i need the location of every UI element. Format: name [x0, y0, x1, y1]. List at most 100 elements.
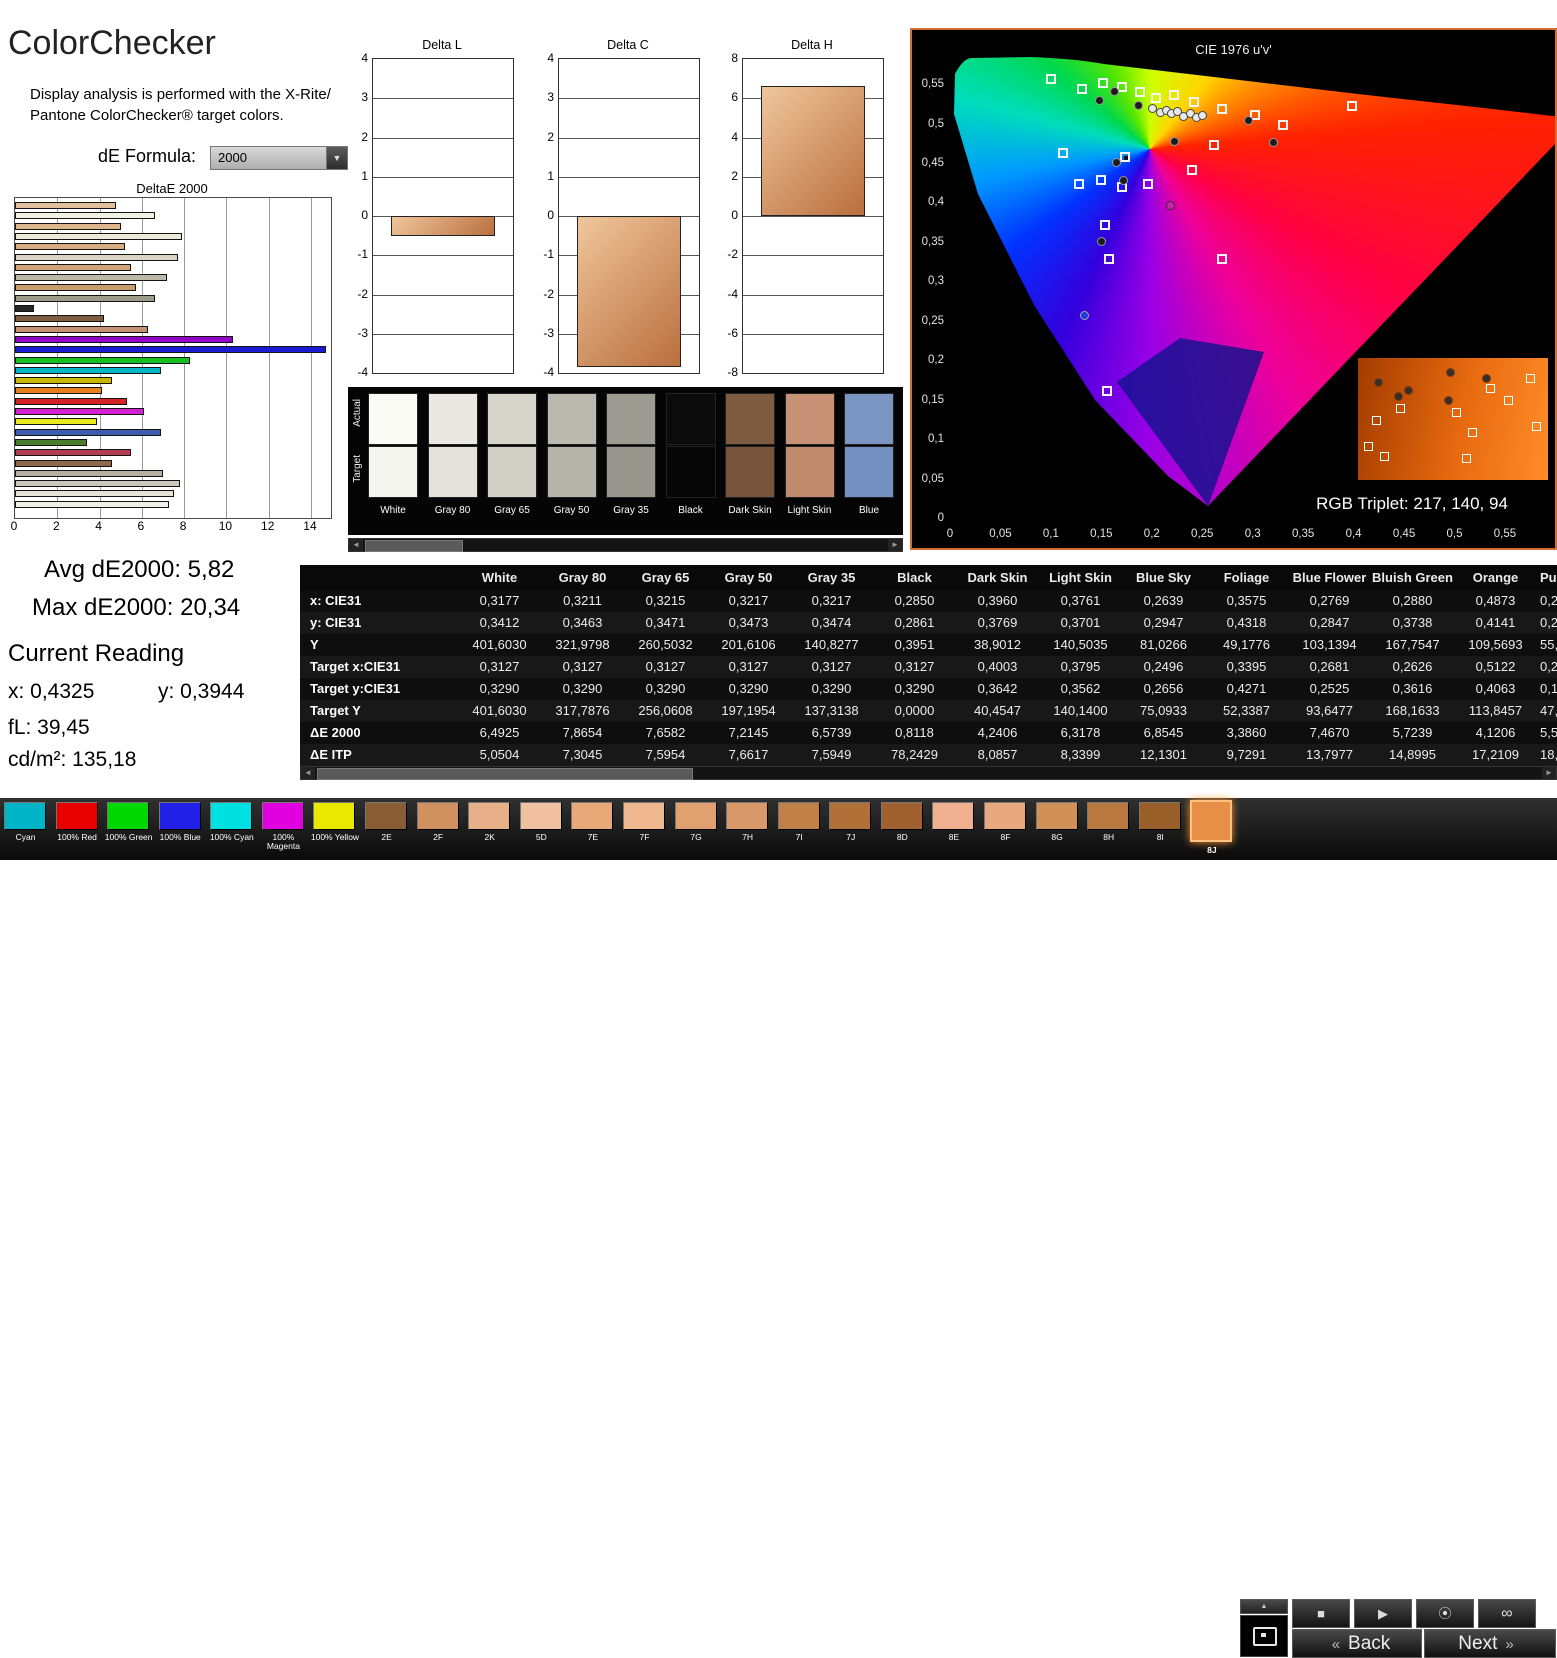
patch-button-100-yellow[interactable]: 100% Yellow — [309, 800, 360, 858]
table-cell: 0,4318 — [1226, 615, 1267, 630]
collapse-button[interactable]: ▲ — [1240, 1599, 1288, 1614]
page-title: ColorChecker — [8, 24, 216, 62]
patch-button-7f[interactable]: 7F — [619, 800, 670, 858]
patch-button-7i[interactable]: 7I — [774, 800, 825, 858]
patch-button-2k[interactable]: 2K — [464, 800, 515, 858]
table-cell: 0,3217 — [811, 593, 852, 608]
axis-tick-label: 0,05 — [989, 528, 1012, 540]
cie-marker-square — [1096, 174, 1107, 185]
scroll-right-icon[interactable]: ► — [1542, 767, 1556, 779]
patch-button-cyan[interactable]: Cyan — [0, 800, 51, 858]
deltae-bar — [15, 469, 163, 477]
record-button[interactable]: ⦿ — [1416, 1599, 1474, 1628]
patch-button-8i[interactable]: 8I — [1135, 800, 1186, 858]
cie-current-marker — [1119, 151, 1130, 162]
table-cell: 0,3215 — [645, 593, 686, 608]
scroll-left-icon[interactable]: ◄ — [349, 539, 363, 551]
patch-button-7h[interactable]: 7H — [722, 800, 773, 858]
patch-swatch — [55, 802, 98, 830]
patch-button-2f[interactable]: 2F — [413, 800, 464, 858]
table-cell: 7,3045 — [562, 747, 603, 762]
de-formula-dropdown[interactable]: 2000 ▼ — [210, 146, 348, 170]
patch-button-5d[interactable]: 5D — [516, 800, 567, 858]
patch-button-8h[interactable]: 8H — [1083, 800, 1134, 858]
swatch-column: Gray 80 — [427, 393, 478, 527]
table-cell: 201,6106 — [721, 637, 776, 652]
actual-swatch — [725, 393, 775, 445]
scroll-left-icon[interactable]: ◄ — [301, 767, 315, 779]
table-cell: 0,2769 — [1309, 593, 1350, 608]
patch-swatch — [674, 802, 717, 830]
patch-swatch — [261, 802, 304, 830]
patch-label: 100% Magenta — [266, 832, 300, 851]
scrollbar-thumb[interactable] — [317, 768, 693, 780]
cie-marker-square — [1058, 147, 1068, 158]
actual-swatch — [784, 393, 835, 445]
cie-marker-square — [1209, 140, 1220, 150]
patch-button-100-green[interactable]: 100% Green — [103, 800, 154, 858]
patch-button-8j[interactable]: 8J — [1186, 800, 1237, 858]
table-cell: 0,3290 — [562, 681, 603, 696]
patch-button-8f[interactable]: 8F — [980, 800, 1031, 858]
display-button[interactable] — [1240, 1615, 1288, 1657]
cie-marker-square — [1100, 220, 1111, 231]
table-cell: 197,1954 — [721, 703, 776, 718]
patch-button-7j[interactable]: 7J — [825, 800, 876, 858]
deltae-gridline — [268, 198, 270, 518]
deltae-bar — [15, 294, 155, 302]
table-cell: 4,1206 — [1475, 725, 1516, 740]
next-button[interactable]: Next » — [1424, 1629, 1556, 1658]
patch-swatch — [1035, 802, 1078, 830]
column-header: White — [481, 570, 518, 585]
description: Display analysis is performed with the X… — [30, 84, 331, 126]
table-cell: 0,3412 — [479, 615, 520, 630]
patch-label: 7H — [742, 832, 754, 842]
patch-label: 100% Cyan — [209, 832, 254, 842]
patch-button-8e[interactable]: 8E — [928, 800, 979, 858]
swatch-scrollbar[interactable]: ◄ ► — [348, 538, 903, 552]
patch-button-7g[interactable]: 7G — [671, 800, 722, 858]
cie-marker-square — [1187, 165, 1198, 176]
patch-button-100-cyan[interactable]: 100% Cyan — [206, 800, 257, 858]
patch-label: 7F — [639, 832, 650, 842]
patch-label: 2K — [484, 832, 495, 842]
back-button[interactable]: « Back — [1292, 1629, 1422, 1658]
play-button[interactable]: ▶ — [1354, 1599, 1412, 1628]
inset-marker-square — [1372, 416, 1381, 425]
table-cell: 47, — [1540, 703, 1557, 718]
current-reading-label: Current Reading — [8, 640, 185, 667]
patch-button-8g[interactable]: 8G — [1032, 800, 1083, 858]
axis-tick-label: 0,55 — [921, 78, 944, 91]
table-cell: 40,4547 — [974, 703, 1021, 718]
row-label: ΔE 2000 — [310, 725, 361, 740]
table-cell: 0,2626 — [1392, 659, 1433, 674]
table-scrollbar[interactable]: ◄ ► — [300, 766, 1557, 780]
cie-marker-square — [1217, 103, 1228, 114]
patch-button-100-magenta[interactable]: 100% Magenta — [258, 800, 309, 858]
axis-tick-label: 6 — [731, 90, 738, 105]
inset-marker-square — [1364, 442, 1373, 451]
table-cell: 0,3701 — [1060, 615, 1101, 630]
scroll-right-icon[interactable]: ► — [888, 539, 902, 551]
row-label: y: CIE31 — [310, 615, 362, 630]
deltae-bar — [15, 325, 149, 333]
patch-label: 8I — [1156, 832, 1164, 842]
patch-label: 2E — [381, 832, 392, 842]
loop-button[interactable]: ∞ — [1478, 1599, 1536, 1628]
patch-button-8d[interactable]: 8D — [877, 800, 928, 858]
column-header: Bluish Green — [1372, 570, 1453, 585]
axis-tick-label: 14 — [303, 519, 317, 533]
patch-button-2e[interactable]: 2E — [361, 800, 412, 858]
table-cell: 0,4873 — [1475, 593, 1516, 608]
stop-button[interactable]: ■ — [1292, 1599, 1350, 1628]
patch-button-100-red[interactable]: 100% Red — [52, 800, 103, 858]
scrollbar-thumb[interactable] — [365, 540, 463, 552]
patch-button-7e[interactable]: 7E — [567, 800, 618, 858]
table-cell: 0,2861 — [894, 615, 935, 630]
patch-button-100-blue[interactable]: 100% Blue — [155, 800, 206, 858]
axis-tick-label: 0,25 — [921, 314, 944, 327]
table-cell: 0,3795 — [1060, 659, 1101, 674]
swatch-column: Dark Skin — [725, 393, 775, 527]
max-de2000-value: Max dE2000: 20,34 — [32, 594, 241, 621]
axis-tick-label: 0,35 — [1291, 528, 1315, 540]
